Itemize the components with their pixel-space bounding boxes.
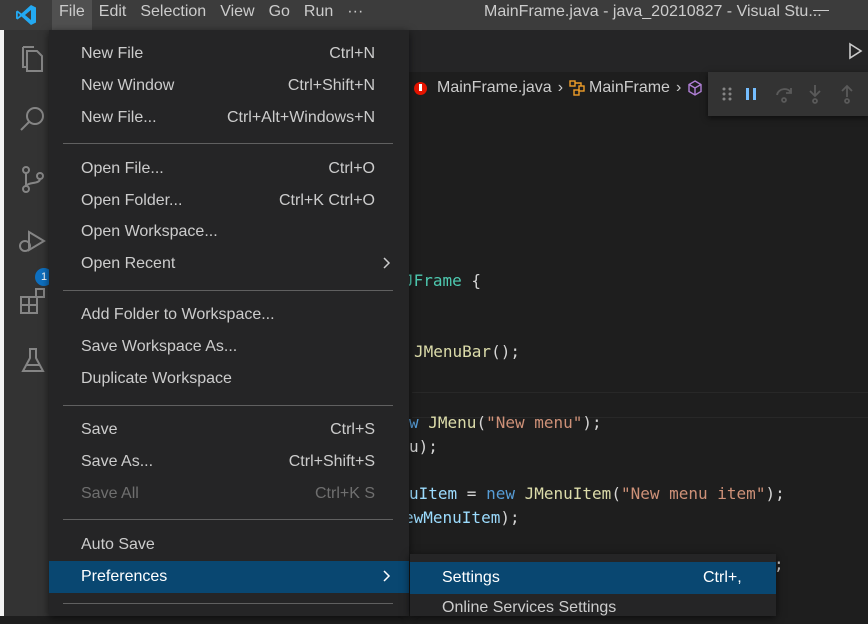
menu-more-icon[interactable]: ··· xyxy=(340,0,370,30)
chevron-right-icon: › xyxy=(557,79,564,96)
debug-toolbar xyxy=(708,72,868,116)
menu-item-duplicate-workspace[interactable]: Duplicate Workspace xyxy=(49,363,409,395)
menu-separator xyxy=(63,290,393,291)
menu-edit[interactable]: Edit xyxy=(92,0,134,30)
menu-item-label: New File xyxy=(81,45,144,62)
menu-item-label: Add Folder to Workspace... xyxy=(81,306,275,323)
pause-icon[interactable] xyxy=(744,86,758,102)
window-title: MainFrame.java - java_20210827 - Visual … xyxy=(484,3,822,20)
menu-item-label: Preferences xyxy=(81,568,168,585)
title-bar: File Edit Selection View Go Run ··· Main… xyxy=(0,0,868,30)
menu-item-label: Save As... xyxy=(81,453,154,470)
step-into-icon[interactable] xyxy=(806,84,824,104)
menu-view[interactable]: View xyxy=(213,0,261,30)
menu-file[interactable]: File xyxy=(52,0,92,30)
menu-item-label: Duplicate Workspace xyxy=(81,370,232,387)
menu-item-save[interactable]: Save Ctrl+S xyxy=(49,414,409,446)
code-line[interactable]: u); xyxy=(409,437,438,456)
drag-handle-icon[interactable] xyxy=(722,86,732,102)
menu-item-save-all: Save All Ctrl+K S xyxy=(49,478,409,510)
class-symbol-icon xyxy=(569,80,585,96)
breadcrumb-symbol[interactable]: MainFrame xyxy=(589,79,670,97)
submenu-item-settings[interactable]: Settings Ctrl+, xyxy=(410,562,776,594)
menu-run[interactable]: Run xyxy=(297,0,340,30)
menu-item-label: Online Services Settings xyxy=(442,599,617,616)
menu-item-shortcut: Ctrl+K S xyxy=(314,485,375,502)
breadcrumb: MainFrame.java › MainFrame › xyxy=(414,76,703,100)
menu-selection[interactable]: Selection xyxy=(133,0,213,30)
breadcrumb-file[interactable]: MainFrame.java xyxy=(437,79,552,97)
testing-icon[interactable] xyxy=(18,346,48,376)
code-line[interactable]: w JMenu("New menu"); xyxy=(409,413,602,432)
menu-item-label: Open File... xyxy=(81,160,164,177)
menu-item-label: Save Workspace As... xyxy=(81,338,238,355)
menu-item-save-workspace-as[interactable]: Save Workspace As... xyxy=(49,331,409,363)
menu-item-label: Save xyxy=(81,421,118,438)
menu-item-save-as[interactable]: Save As... Ctrl+Shift+S xyxy=(49,446,409,478)
menu-item-label: Open Folder... xyxy=(81,192,183,209)
menu-item-shortcut: Ctrl+S xyxy=(330,421,375,438)
menu-item-new-file[interactable]: New File Ctrl+N xyxy=(49,38,409,70)
menu-item-shortcut: Ctrl+O xyxy=(328,160,375,177)
menu-separator xyxy=(63,603,393,604)
menu-item-label: New File... xyxy=(81,109,157,126)
code-line[interactable]: JMenuBar(); xyxy=(414,342,520,361)
menu-item-label: New Window xyxy=(81,77,175,94)
menu-item-new-file-dialog[interactable]: New File... Ctrl+Alt+Windows+N xyxy=(49,102,409,134)
menu-item-label: Open Workspace... xyxy=(81,223,218,240)
source-control-icon[interactable] xyxy=(18,164,48,194)
search-icon[interactable] xyxy=(18,104,48,134)
vscode-logo-icon[interactable] xyxy=(14,3,38,27)
code-line[interactable]: ewMenuItem); xyxy=(404,508,520,527)
menu-item-label: Save All xyxy=(81,485,139,502)
menu-item-open-file[interactable]: Open File... Ctrl+O xyxy=(49,153,409,185)
menu-go[interactable]: Go xyxy=(262,0,297,30)
code-line[interactable]: uItem = new JMenuItem("New menu item"); xyxy=(409,484,785,503)
menu-separator xyxy=(63,143,393,144)
extensions-icon[interactable] xyxy=(18,286,48,316)
step-out-icon[interactable] xyxy=(838,84,856,104)
chevron-right-icon: › xyxy=(675,79,682,96)
minimize-icon[interactable] xyxy=(813,10,829,11)
menu-item-open-folder[interactable]: Open Folder... Ctrl+K Ctrl+O xyxy=(49,185,409,217)
menu-item-add-folder[interactable]: Add Folder to Workspace... xyxy=(49,299,409,331)
activity-bar: 1 xyxy=(4,30,53,616)
menu-separator xyxy=(63,405,393,406)
explorer-icon[interactable] xyxy=(18,44,48,74)
run-play-icon[interactable] xyxy=(846,42,864,60)
menu-item-shortcut: Ctrl+N xyxy=(329,45,375,62)
menu-item-shortcut: Ctrl+Alt+Windows+N xyxy=(226,109,375,126)
method-symbol-icon xyxy=(688,80,702,96)
chevron-right-icon xyxy=(383,570,391,582)
code-line[interactable]: JFrame { xyxy=(404,271,481,290)
run-debug-icon[interactable] xyxy=(18,226,48,256)
menu-item-open-workspace[interactable]: Open Workspace... xyxy=(49,216,409,248)
menu-item-shortcut: Ctrl+Shift+S xyxy=(288,453,375,470)
menu-item-open-recent[interactable]: Open Recent xyxy=(49,248,409,280)
file-menu: New File Ctrl+N New Window Ctrl+Shift+N … xyxy=(49,30,409,616)
java-error-icon xyxy=(414,81,427,95)
step-over-icon[interactable] xyxy=(774,85,794,103)
menu-item-label: Settings xyxy=(442,569,500,586)
menu-item-auto-save[interactable]: Auto Save xyxy=(49,529,409,561)
menu-item-label: Open Recent xyxy=(81,255,176,272)
menu-item-shortcut: Ctrl+Shift+N xyxy=(287,77,375,94)
menu-separator xyxy=(63,519,393,520)
chevron-right-icon xyxy=(383,257,391,269)
menu-bar: File Edit Selection View Go Run ··· xyxy=(52,0,370,30)
submenu-item-online-services[interactable]: Online Services Settings xyxy=(410,592,776,624)
menu-item-shortcut: Ctrl+, xyxy=(703,569,742,586)
menu-item-shortcut: Ctrl+K Ctrl+O xyxy=(278,192,375,209)
menu-item-new-window[interactable]: New Window Ctrl+Shift+N xyxy=(49,70,409,102)
menu-item-label: Auto Save xyxy=(81,536,155,553)
preferences-submenu: Settings Ctrl+, Online Services Settings xyxy=(410,554,776,616)
menu-item-preferences[interactable]: Preferences xyxy=(49,561,409,593)
